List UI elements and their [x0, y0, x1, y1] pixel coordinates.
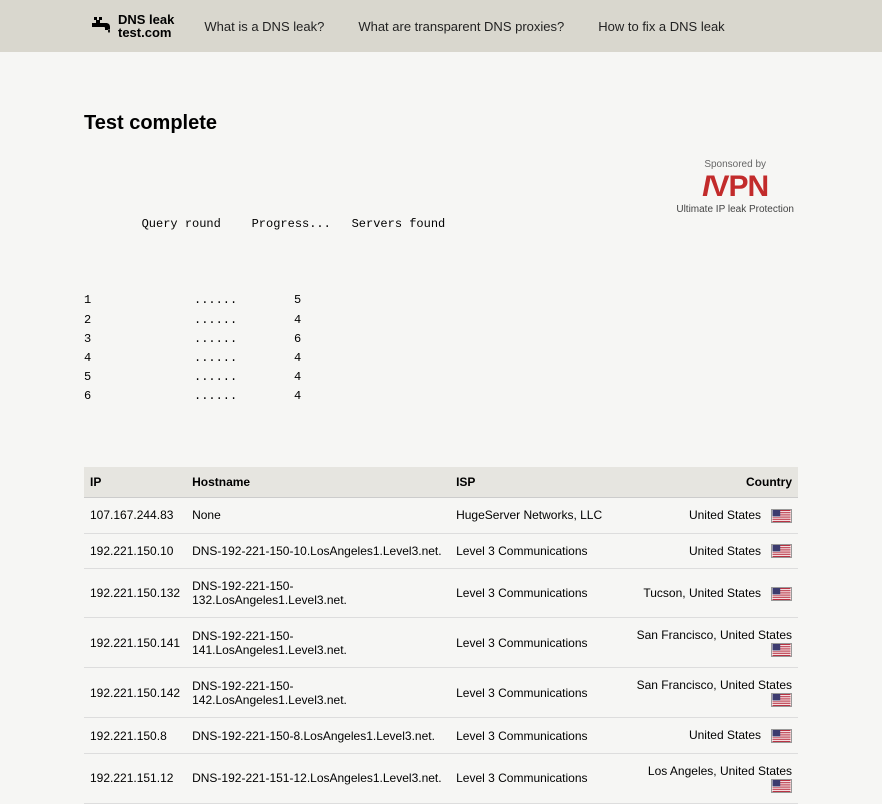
- cell-hostname: DNS-192-221-150-8.LosAngeles1.Level3.net…: [186, 718, 450, 754]
- sponsor-block[interactable]: Sponsored by IVPN Ultimate IP leak Prote…: [676, 159, 794, 215]
- navbar: DNS leak test.com What is a DNS leak? Wh…: [0, 0, 882, 52]
- cell-ip: 192.221.150.141: [84, 618, 186, 668]
- progress-round: 3: [84, 330, 194, 349]
- logo[interactable]: DNS leak test.com: [90, 13, 174, 40]
- cell-country: United States: [620, 718, 798, 754]
- results-table: IP Hostname ISP Country 107.167.244.83No…: [84, 467, 798, 804]
- progress-row: 3......6: [84, 330, 445, 349]
- progress-found: 4: [294, 387, 301, 406]
- cell-hostname: DNS-192-221-151-12.LosAngeles1.Level3.ne…: [186, 753, 450, 803]
- page-title: Test complete: [84, 112, 798, 135]
- cell-ip: 192.221.150.132: [84, 569, 186, 618]
- cell-isp: Level 3 Communications: [450, 753, 620, 803]
- cell-hostname: None: [186, 497, 450, 533]
- cell-ip: 192.221.151.12: [84, 753, 186, 803]
- th-ip: IP: [84, 467, 186, 498]
- header-servers-found: Servers found: [352, 215, 446, 234]
- th-isp: ISP: [450, 467, 620, 498]
- cell-country: San Francisco, United States: [620, 668, 798, 718]
- cell-country: United States: [620, 497, 798, 533]
- table-row: 192.221.150.142DNS-192-221-150-142.LosAn…: [84, 668, 798, 718]
- progress-row: 6......4: [84, 387, 445, 406]
- progress-log: Query roundProgress...Servers found 1...…: [84, 157, 445, 445]
- cell-isp: HugeServer Networks, LLC: [450, 497, 620, 533]
- progress-row: 5......4: [84, 368, 445, 387]
- flag-icon: [771, 729, 792, 743]
- progress-row: 4......4: [84, 349, 445, 368]
- progress-round: 6: [84, 387, 194, 406]
- progress-dots: ......: [194, 330, 294, 349]
- sponsor-label: Sponsored by: [676, 159, 794, 170]
- flag-icon: [771, 693, 792, 707]
- flag-icon: [771, 643, 792, 657]
- cell-ip: 192.221.150.8: [84, 718, 186, 754]
- header-progress: Progress...: [252, 215, 352, 234]
- progress-row: 1......5: [84, 291, 445, 310]
- progress-round: 2: [84, 311, 194, 330]
- cell-ip: 192.221.150.142: [84, 668, 186, 718]
- table-header-row: IP Hostname ISP Country: [84, 467, 798, 498]
- progress-dots: ......: [194, 368, 294, 387]
- progress-found: 4: [294, 349, 301, 368]
- flag-icon: [771, 587, 792, 601]
- cell-ip: 192.221.150.10: [84, 533, 186, 569]
- progress-dots: ......: [194, 311, 294, 330]
- table-row: 192.221.151.12DNS-192-221-151-12.LosAnge…: [84, 753, 798, 803]
- nav-links: What is a DNS leak? What are transparent…: [204, 19, 724, 34]
- faucet-icon: [90, 13, 118, 40]
- table-row: 107.167.244.83NoneHugeServer Networks, L…: [84, 497, 798, 533]
- cell-hostname: DNS-192-221-150-10.LosAngeles1.Level3.ne…: [186, 533, 450, 569]
- sponsor-tagline: Ultimate IP leak Protection: [676, 204, 794, 215]
- cell-isp: Level 3 Communications: [450, 718, 620, 754]
- nav-what-is-leak[interactable]: What is a DNS leak?: [204, 19, 324, 34]
- nav-how-to-fix[interactable]: How to fix a DNS leak: [598, 19, 724, 34]
- cell-isp: Level 3 Communications: [450, 569, 620, 618]
- th-hostname: Hostname: [186, 467, 450, 498]
- progress-dots: ......: [194, 291, 294, 310]
- flag-icon: [771, 544, 792, 558]
- cell-hostname: DNS-192-221-150-141.LosAngeles1.Level3.n…: [186, 618, 450, 668]
- table-row: 192.221.150.10DNS-192-221-150-10.LosAnge…: [84, 533, 798, 569]
- th-country: Country: [620, 467, 798, 498]
- progress-dots: ......: [194, 349, 294, 368]
- progress-found: 4: [294, 368, 301, 387]
- progress-found: 5: [294, 291, 301, 310]
- flag-icon: [771, 779, 792, 793]
- cell-isp: Level 3 Communications: [450, 618, 620, 668]
- flag-icon: [771, 509, 792, 523]
- progress-dots: ......: [194, 387, 294, 406]
- cell-hostname: DNS-192-221-150-142.LosAngeles1.Level3.n…: [186, 668, 450, 718]
- progress-round: 5: [84, 368, 194, 387]
- progress-row: 2......4: [84, 311, 445, 330]
- cell-hostname: DNS-192-221-150-132.LosAngeles1.Level3.n…: [186, 569, 450, 618]
- table-row: 192.221.150.8DNS-192-221-150-8.LosAngele…: [84, 718, 798, 754]
- header-query-round: Query round: [142, 215, 252, 234]
- nav-transparent-proxies[interactable]: What are transparent DNS proxies?: [358, 19, 564, 34]
- progress-round: 4: [84, 349, 194, 368]
- cell-country: San Francisco, United States: [620, 618, 798, 668]
- table-row: 192.221.150.141DNS-192-221-150-141.LosAn…: [84, 618, 798, 668]
- cell-country: Los Angeles, United States: [620, 753, 798, 803]
- cell-country: Tucson, United States: [620, 569, 798, 618]
- cell-isp: Level 3 Communications: [450, 668, 620, 718]
- cell-ip: 107.167.244.83: [84, 497, 186, 533]
- cell-country: United States: [620, 533, 798, 569]
- progress-found: 6: [294, 330, 301, 349]
- logo-text: DNS leak test.com: [118, 13, 174, 39]
- page-content: Test complete Query roundProgress...Serv…: [0, 112, 882, 804]
- progress-found: 4: [294, 311, 301, 330]
- progress-round: 1: [84, 291, 194, 310]
- sponsor-brand: IVPN: [676, 172, 794, 202]
- table-row: 192.221.150.132DNS-192-221-150-132.LosAn…: [84, 569, 798, 618]
- cell-isp: Level 3 Communications: [450, 533, 620, 569]
